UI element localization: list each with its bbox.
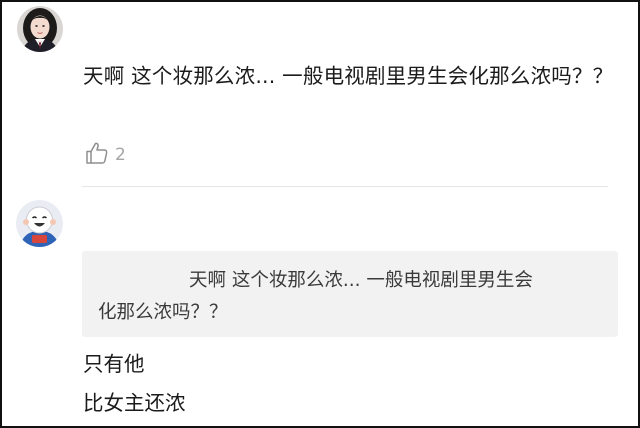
reply-text-line-1: 只有他 xyxy=(83,352,145,376)
like-button[interactable]: 2 xyxy=(84,141,126,169)
comment-divider xyxy=(82,186,608,187)
comment-thread: 天啊 这个妆那么浓... 一般电视剧里男生会化那么浓吗？？ 2 天啊 这个妆那么… xyxy=(0,0,640,428)
user-avatar-cartoon-icon[interactable] xyxy=(16,200,63,247)
thumbs-up-icon xyxy=(84,140,110,170)
like-count: 2 xyxy=(115,145,126,165)
quoted-comment-text-line-2: 化那么浓吗？？ xyxy=(98,302,228,323)
comment-text: 天啊 这个妆那么浓... 一般电视剧里男生会化那么浓吗？？ xyxy=(83,64,614,88)
user-avatar-girl-icon[interactable] xyxy=(17,6,63,52)
reply-text-line-2: 比女主还浓 xyxy=(83,391,186,415)
quoted-comment-box[interactable] xyxy=(82,251,618,337)
quoted-comment-text-line-1: 天啊 这个妆那么浓... 一般电视剧里男生会 xyxy=(189,270,533,291)
